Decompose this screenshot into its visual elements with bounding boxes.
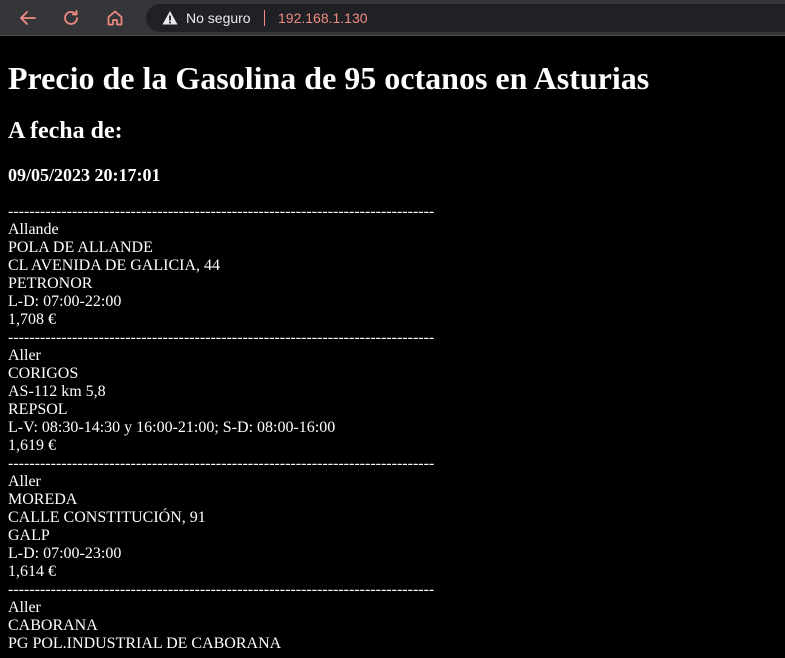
- separator: ----------------------------------------…: [8, 203, 435, 220]
- station-brand: REPSOL: [8, 401, 68, 418]
- station-price: 1,619 €: [8, 437, 56, 454]
- station-address: CALLE CONSTITUCIÓN, 91: [8, 509, 206, 526]
- separator: ----------------------------------------…: [8, 455, 435, 472]
- station-list: ----------------------------------------…: [8, 203, 778, 653]
- station-price: 1,614 €: [8, 563, 56, 580]
- station-entry: Aller MOREDA CALLE CONSTITUCIÓN, 91 GALP…: [8, 473, 778, 581]
- separator: ----------------------------------------…: [8, 581, 435, 598]
- date-heading: A fecha de:: [8, 118, 123, 144]
- station-municipality: Allande: [8, 221, 59, 238]
- station-municipality: Aller: [8, 473, 41, 490]
- back-button[interactable]: [13, 3, 43, 33]
- page-title: Precio de la Gasolina de 95 octanos en A…: [8, 60, 650, 96]
- reload-icon: [64, 9, 78, 25]
- station-municipality: Aller: [8, 599, 41, 616]
- arrow-left-icon: [20, 11, 36, 25]
- station-entry: Aller CORIGOS AS-112 km 5,8 REPSOL L-V: …: [8, 347, 778, 455]
- station-brand: GALP: [8, 527, 50, 544]
- reload-button[interactable]: [56, 3, 86, 33]
- station-entry: Aller CABORANA PG POL.INDUSTRIAL DE CABO…: [8, 599, 778, 653]
- address-bar[interactable]: No seguro 192.168.1.130: [146, 4, 785, 32]
- station-locality: CABORANA: [8, 617, 98, 634]
- station-locality: POLA DE ALLANDE: [8, 239, 153, 256]
- station-municipality: Aller: [8, 347, 41, 364]
- station-locality: MOREDA: [8, 491, 78, 508]
- station-hours: L-V: 08:30-14:30 y 16:00-21:00; S-D: 08:…: [8, 419, 336, 436]
- url-text[interactable]: 192.168.1.130: [278, 4, 368, 32]
- separator: ----------------------------------------…: [8, 329, 435, 346]
- omnibox-divider: [264, 10, 265, 26]
- station-brand: PETRONOR: [8, 275, 93, 292]
- station-hours: L-D: 07:00-22:00: [8, 293, 122, 310]
- warning-triangle-icon[interactable]: [162, 10, 178, 26]
- date-value: 09/05/2023 20:17:01: [8, 165, 161, 185]
- station-hours: L-D: 07:00-23:00: [8, 545, 122, 562]
- security-label[interactable]: No seguro: [186, 4, 251, 32]
- station-entry: Allande POLA DE ALLANDE CL AVENIDA DE GA…: [8, 221, 778, 329]
- page-content: Precio de la Gasolina de 95 octanos en A…: [0, 36, 785, 658]
- station-price: 1,708 €: [8, 311, 56, 328]
- browser-toolbar: No seguro 192.168.1.130: [0, 0, 785, 36]
- station-locality: CORIGOS: [8, 365, 79, 382]
- station-address: AS-112 km 5,8: [8, 383, 106, 400]
- home-button[interactable]: [100, 3, 130, 33]
- station-address: PG POL.INDUSTRIAL DE CABORANA: [8, 635, 282, 652]
- station-address: CL AVENIDA DE GALICIA, 44: [8, 257, 220, 274]
- home-icon: [107, 10, 123, 26]
